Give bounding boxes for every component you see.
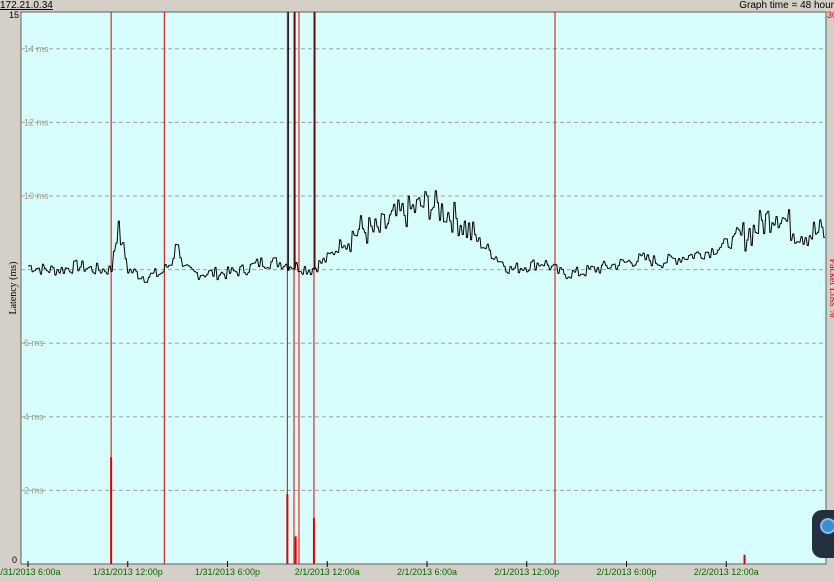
x-tick-label: 2/1/2013 6:00p <box>596 567 656 577</box>
x-tick-label: 2/1/2013 6:00a <box>397 567 457 577</box>
y-tick-label: 4 ms <box>24 412 44 422</box>
x-tick-label: 1/31/2013 6:00p <box>195 567 260 577</box>
y-tick-label: 6 ms <box>24 338 44 348</box>
y2-top-label: 30 <box>827 10 834 20</box>
plot-area <box>20 11 827 565</box>
scroll-handle-icon[interactable] <box>812 510 834 558</box>
y-tick-label: 12 ms <box>24 117 49 127</box>
scroll-knob-icon[interactable] <box>820 518 834 534</box>
packet-loss-bar <box>743 554 746 564</box>
y-tick-label: 14 ms <box>24 44 49 54</box>
x-tick-label: 1/31/2013 6:00a <box>0 567 61 577</box>
packet-loss-bar <box>110 457 113 564</box>
x-tick-label: 2/2/2013 12:00a <box>694 567 759 577</box>
packet-loss-bar <box>286 494 289 564</box>
y-tick-label: 10 ms <box>24 191 49 201</box>
y-tick-label: 15 <box>9 10 19 20</box>
y-tick-label: 0 <box>12 555 17 565</box>
y2-axis-title: Packet Loss % <box>827 259 834 318</box>
x-tick-label: 2/1/2013 12:00p <box>494 567 559 577</box>
y-axis-title: Latency (ms) <box>8 261 19 314</box>
y-tick-label: 2 ms <box>24 485 44 495</box>
x-tick-label: 2/1/2013 12:00a <box>295 567 360 577</box>
x-tick-label: 1/31/2013 12:00p <box>93 567 163 577</box>
packet-loss-bar <box>294 536 297 564</box>
latency-chart: 0 2 ms 4 ms 6 ms 10 ms 12 ms 14 ms 15 30 Latency … <box>0 10 834 577</box>
packet-loss-bar <box>312 518 315 564</box>
